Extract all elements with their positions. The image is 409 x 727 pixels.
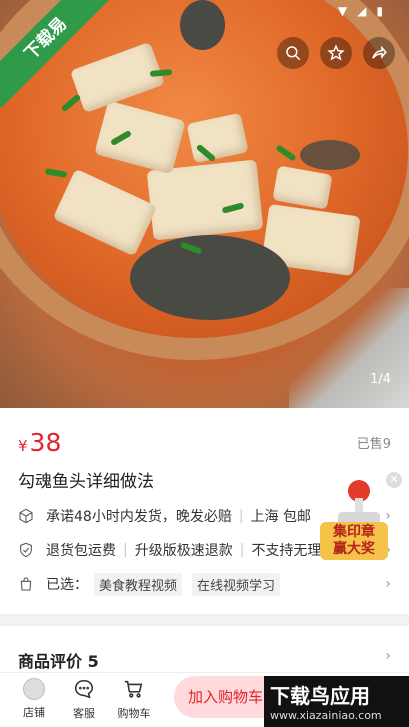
divider: | bbox=[238, 508, 244, 524]
fish-skin bbox=[300, 140, 360, 170]
search-icon bbox=[286, 46, 301, 61]
shopping-bag-icon bbox=[20, 577, 32, 591]
product-title: 勾魂鱼头详细做法 bbox=[18, 472, 154, 492]
star-icon bbox=[327, 44, 345, 61]
stamp-line1: 集印章 bbox=[333, 524, 375, 540]
watermark-url: www.xiazainiao.com bbox=[270, 709, 382, 722]
cart-nav-button[interactable]: 购物车 bbox=[112, 678, 156, 721]
service-label: 客服 bbox=[73, 707, 95, 720]
reviews-section[interactable]: 商品评价 5 › bbox=[0, 626, 409, 676]
status-bar: ▼ ◢ ▮ bbox=[338, 4, 383, 18]
price-currency: ¥ bbox=[18, 437, 28, 455]
shipping-box-icon bbox=[19, 508, 33, 524]
reviews-heading: 商品评价 5 bbox=[18, 652, 99, 671]
fish-head bbox=[130, 235, 290, 320]
close-promo-button[interactable]: ✕ bbox=[386, 472, 402, 488]
service-returns: 退货包运费 bbox=[46, 543, 116, 559]
divider: | bbox=[123, 542, 128, 558]
selected-spec-row[interactable]: 已选： 美食教程视频 在线视频学习 › bbox=[18, 572, 393, 596]
shield-check-icon bbox=[20, 542, 32, 558]
price: ¥ 38 bbox=[18, 428, 61, 457]
store-avatar-icon bbox=[23, 678, 45, 700]
service-nav-button[interactable]: 客服 bbox=[62, 678, 106, 721]
favorite-button[interactable] bbox=[320, 37, 352, 69]
shipping-location: 上海 包邮 bbox=[250, 509, 311, 525]
share-button[interactable] bbox=[363, 37, 395, 69]
product-hero-image[interactable]: 下载易 ▼ ◢ ▮ 1/4 bbox=[0, 0, 409, 408]
battery-icon: ▮ bbox=[376, 4, 383, 18]
service-upgrade: 升级版极速退款 bbox=[134, 543, 233, 559]
service-unsupported: 不支持无理 bbox=[251, 543, 322, 559]
spec-tag: 在线视频学习 bbox=[192, 572, 281, 596]
chat-icon bbox=[74, 679, 94, 699]
search-button[interactable] bbox=[277, 37, 309, 69]
store-label: 店铺 bbox=[23, 706, 45, 719]
selected-label: 已选： bbox=[46, 577, 88, 593]
stamp-label: 集印章 赢大奖 bbox=[320, 522, 388, 560]
sold-count: 已售9 bbox=[356, 437, 391, 452]
price-amount: 38 bbox=[29, 428, 62, 457]
stamp-line2: 赢大奖 bbox=[333, 541, 375, 557]
cart-label: 购物车 bbox=[117, 707, 151, 720]
wifi-icon: ▼ bbox=[337, 4, 348, 18]
store-nav-button[interactable]: 店铺 bbox=[12, 678, 56, 720]
divider: | bbox=[239, 542, 245, 558]
stamp-promo[interactable]: 集印章 赢大奖 bbox=[320, 480, 388, 560]
shipping-promise: 承诺48小时内发货，晚发必赔 bbox=[46, 509, 232, 525]
watermark-title: 下载鸟应用 bbox=[270, 684, 370, 708]
signal-icon: ◢ bbox=[357, 4, 367, 18]
table-surface bbox=[289, 288, 409, 408]
site-watermark: 下载鸟应用 www.xiazainiao.com bbox=[264, 676, 409, 727]
fish-tail bbox=[180, 0, 225, 50]
spec-tag: 美食教程视频 bbox=[94, 572, 183, 596]
cart-icon bbox=[124, 680, 143, 698]
image-pager: 1/4 bbox=[370, 372, 391, 387]
chevron-right-icon: › bbox=[385, 576, 391, 592]
chevron-right-icon: › bbox=[385, 648, 391, 664]
share-icon bbox=[372, 45, 387, 59]
